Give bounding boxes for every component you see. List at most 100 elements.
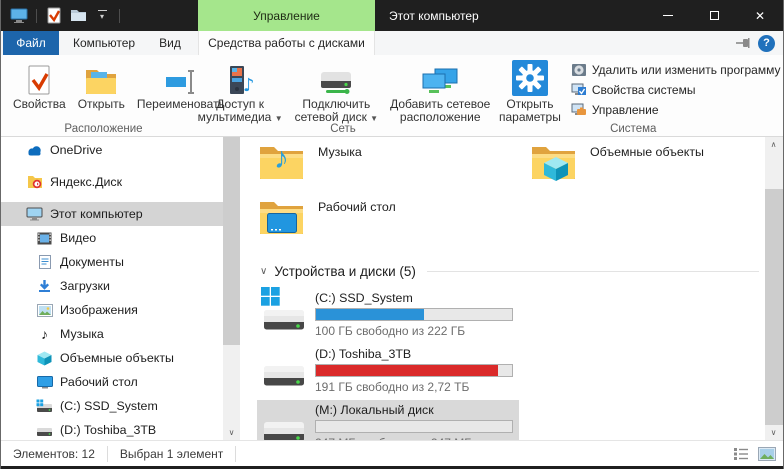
sidebar-item-3d-objects[interactable]: Объемные объекты — [1, 346, 223, 370]
sidebar-item-drive-c[interactable]: (C:) SSD_System — [1, 394, 223, 418]
drive-name: (D:) Toshiba_3TB — [315, 347, 513, 361]
sidebar-item-desktop[interactable]: Рабочий стол — [1, 370, 223, 394]
windows-logo-overlay-icon — [261, 287, 280, 306]
thumbnails-view-button[interactable] — [757, 445, 777, 463]
tab-computer[interactable]: Компьютер — [59, 31, 149, 55]
capacity-bar — [315, 308, 513, 321]
chevron-down-icon[interactable]: ∨ — [260, 266, 267, 277]
tab-file[interactable]: Файл — [3, 31, 59, 55]
folder-tile-3d-objects[interactable]: Объемные объекты — [530, 140, 765, 186]
sidebar-scrollbar[interactable]: ∨ — [223, 137, 240, 440]
uninstall-program-button[interactable]: Удалить или изменить программу — [571, 62, 781, 78]
section-devices-and-drives[interactable]: ∨ Устройства и диски (5) — [260, 264, 759, 279]
tab-view[interactable]: Вид — [149, 31, 191, 55]
yandex-disk-icon — [26, 174, 43, 190]
drive-name: (C:) SSD_System — [315, 291, 513, 305]
section-rule — [427, 271, 759, 272]
system-drive-icon — [259, 291, 309, 338]
sidebar-item-onedrive[interactable]: OneDrive — [1, 138, 223, 162]
manage-icon — [571, 102, 587, 118]
uninstall-program-icon — [571, 62, 587, 78]
maximize-icon — [710, 11, 719, 20]
window-controls: ✕ — [645, 0, 783, 31]
svg-text:♪: ♪ — [243, 75, 255, 96]
ribbon-group-system: Открыть параметры Удалить или изменить п… — [480, 55, 784, 136]
manage-button[interactable]: Управление — [571, 102, 781, 118]
close-icon: ✕ — [755, 10, 765, 22]
sidebar-item-music[interactable]: ♪ Музыка — [1, 322, 223, 346]
drive-name: (M:) Локальный диск — [315, 403, 513, 417]
close-button[interactable]: ✕ — [737, 0, 783, 31]
tab-drive-tools[interactable]: Средства работы с дисками — [198, 31, 375, 55]
drive-tile-m[interactable]: (M:) Локальный диск 247 МБ свободно из 2… — [257, 400, 519, 440]
add-network-location-icon — [421, 60, 459, 98]
map-network-drive-button[interactable]: Подключить сетевой диск ▼ — [290, 58, 383, 127]
qat-customize-dropdown-icon[interactable]: ▾ — [92, 6, 112, 26]
add-network-location-button[interactable]: Добавить сетевое расположение — [385, 58, 495, 126]
files-pane: ♪ Музыка Объемные объекты — [240, 137, 765, 440]
open-settings-button[interactable]: Открыть параметры — [494, 58, 566, 126]
ribbon: Свойства Открыть Переименовать Расположе… — [1, 55, 783, 137]
media-access-icon: ♪ — [224, 60, 256, 98]
main-scroll-up-icon[interactable]: ∧ — [765, 137, 782, 152]
minimize-button[interactable] — [645, 0, 691, 31]
sidebar-item-yandex-disk[interactable]: Яндекс.Диск — [1, 170, 223, 194]
desktop-overlay-icon — [267, 213, 297, 235]
new-folder-icon[interactable] — [68, 6, 88, 26]
group-label-network: Сеть — [206, 123, 480, 135]
details-view-button[interactable] — [731, 445, 751, 463]
downloads-icon — [36, 278, 53, 294]
drive-tile-d[interactable]: (D:) Toshiba_3TB 191 ГБ свободно из 2,72… — [257, 344, 519, 397]
status-selection: Выбран 1 элемент — [108, 446, 236, 462]
properties-icon — [26, 60, 52, 98]
system-drive-icon — [36, 398, 53, 414]
qat-separator — [119, 9, 120, 23]
folder-tile-desktop[interactable]: Рабочий стол — [258, 195, 530, 241]
drive-icon — [259, 403, 309, 440]
3d-objects-folder-icon — [530, 140, 577, 184]
open-button[interactable]: Открыть — [73, 58, 130, 113]
window-title: Этот компьютер — [389, 0, 479, 31]
quick-access-toolbar: ▾ — [1, 6, 123, 26]
map-network-drive-icon — [318, 60, 354, 98]
drive-icon — [36, 422, 53, 438]
properties-shortcut-icon[interactable] — [44, 6, 64, 26]
sidebar-item-pictures[interactable]: Изображения — [1, 298, 223, 322]
properties-button[interactable]: Свойства — [8, 58, 71, 113]
documents-icon — [36, 254, 53, 270]
3d-objects-icon — [36, 350, 53, 366]
music-icon: ♪ — [36, 326, 53, 342]
sidebar-item-downloads[interactable]: Загрузки — [1, 274, 223, 298]
sidebar-item-drive-d[interactable]: (D:) Toshiba_3TB — [1, 418, 223, 440]
main-scrollbar-thumb[interactable] — [765, 189, 783, 425]
sidebar-item-videos[interactable]: Видео — [1, 226, 223, 250]
main-scrollbar[interactable]: ∧ ∨ — [765, 137, 783, 440]
group-label-location: Расположение — [1, 123, 206, 135]
drive-tile-c[interactable]: (C:) SSD_System 100 ГБ свободно из 222 Г… — [257, 288, 519, 341]
system-properties-button[interactable]: Свойства системы — [571, 82, 781, 98]
folder-tile-music[interactable]: ♪ Музыка — [258, 140, 530, 186]
help-icon[interactable]: ? — [758, 35, 775, 52]
drive-free-space: 100 ГБ свободно из 222 ГБ — [315, 324, 513, 338]
capacity-bar-fill — [316, 365, 498, 376]
sidebar-item-this-pc[interactable]: Этот компьютер — [1, 202, 223, 226]
open-folder-icon — [84, 60, 118, 98]
system-properties-icon — [571, 82, 587, 98]
contextual-tab-manage[interactable]: Управление — [198, 0, 375, 31]
pictures-icon — [36, 302, 53, 318]
ribbon-group-location: Свойства Открыть Переименовать Расположе… — [1, 55, 206, 136]
group-label-system: Система — [480, 123, 784, 135]
main-scroll-down-icon[interactable]: ∨ — [765, 425, 782, 440]
titlebar: ▾ Управление Этот компьютер ✕ — [1, 0, 783, 31]
dropdown-icon: ▼ — [275, 114, 283, 123]
maximize-button[interactable] — [691, 0, 737, 31]
capacity-bar — [315, 420, 513, 433]
ribbon-tabstrip: Файл Компьютер Вид Средства работы с дис… — [1, 31, 783, 55]
sidebar-scrollbar-thumb[interactable] — [223, 137, 240, 345]
sidebar-item-documents[interactable]: Документы — [1, 250, 223, 274]
sidebar-scroll-down-icon[interactable]: ∨ — [223, 425, 240, 440]
this-pc-icon[interactable] — [9, 6, 29, 26]
media-access-button[interactable]: ♪ Доступ к мультимедиа ▼ — [193, 58, 288, 127]
pin-ribbon-icon[interactable] — [735, 37, 750, 49]
music-note-overlay-icon: ♪ — [274, 142, 289, 176]
